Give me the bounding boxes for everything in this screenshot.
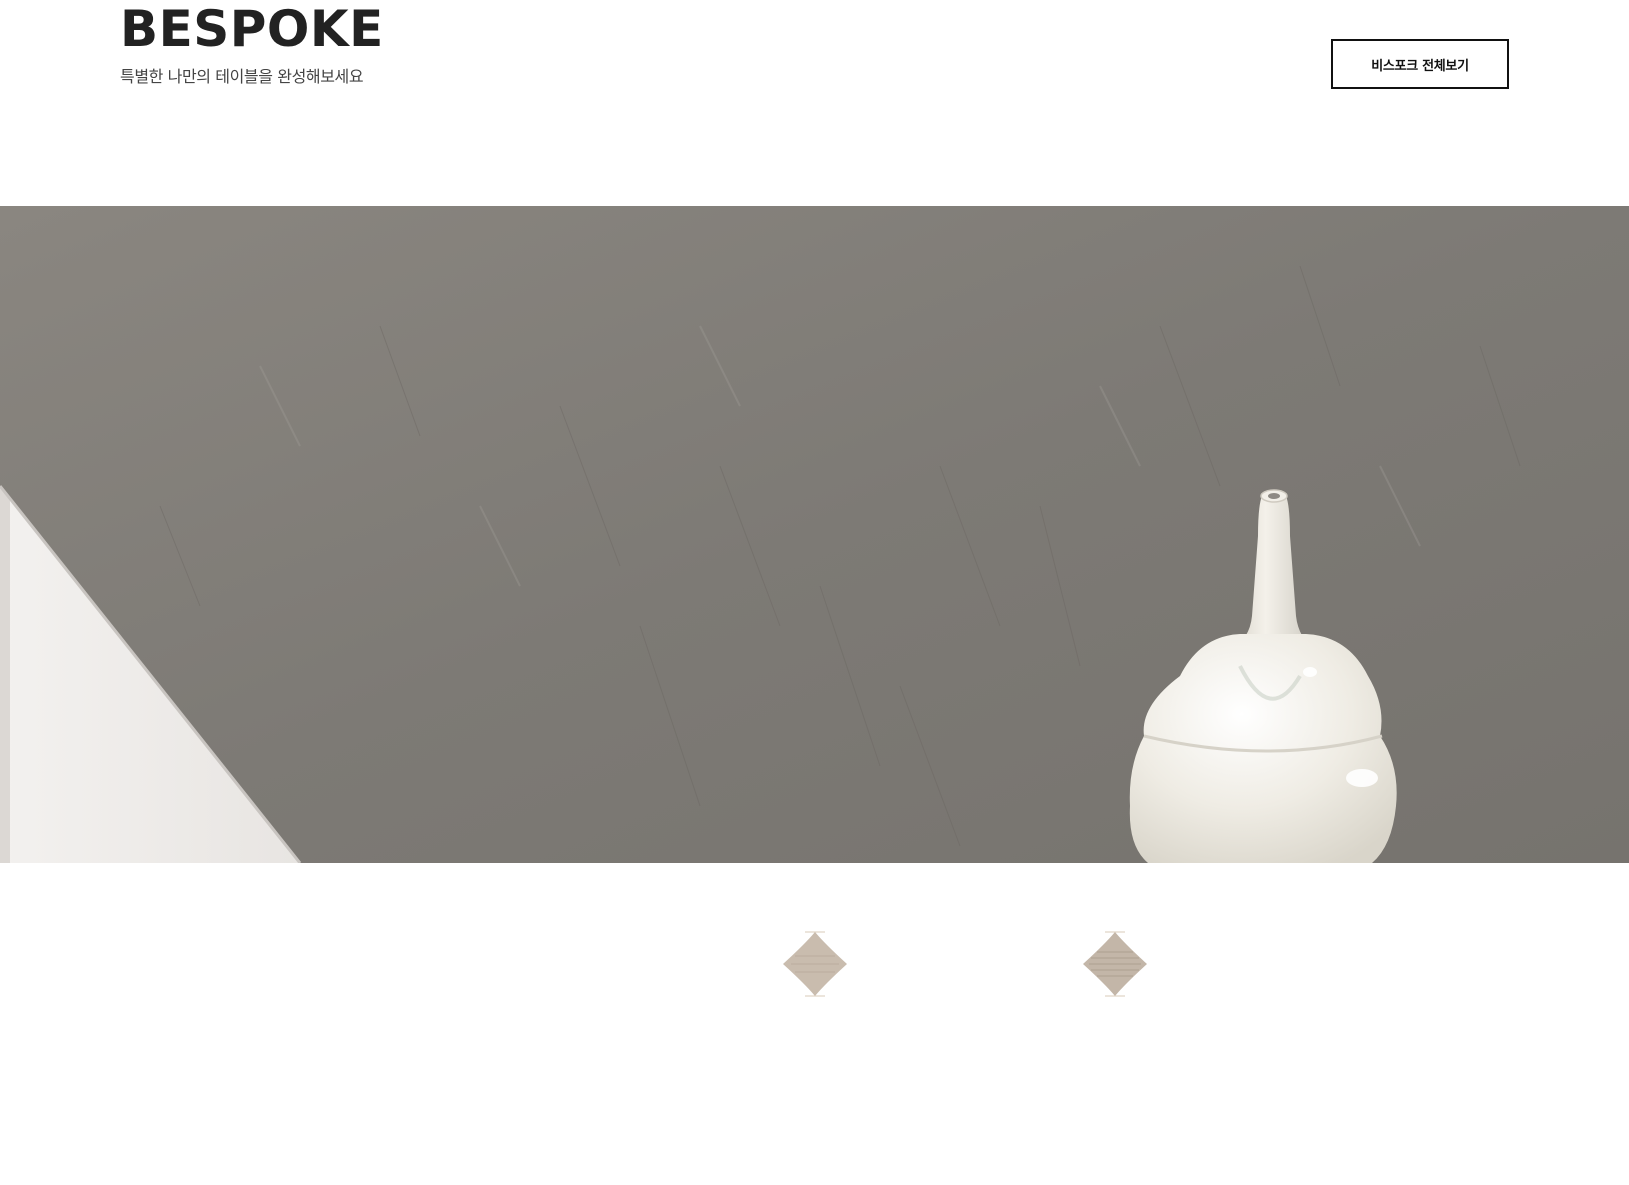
- page-subtitle: 특별한 나만의 테이블을 완성해보세요: [120, 67, 364, 86]
- swatch-row: [0, 930, 1629, 1000]
- section-header: BESPOKE 특별한 나만의 테이블을 완성해보세요 비스포크 전체보기: [0, 0, 1629, 206]
- page-title: BESPOKE: [120, 0, 384, 58]
- stone-swatch-icon: [783, 931, 847, 997]
- color-swatch-1[interactable]: [781, 930, 849, 998]
- hero-image: [0, 206, 1629, 863]
- view-all-bespoke-label: 비스포크 전체보기: [1371, 58, 1469, 74]
- hero-table-vase-image: [0, 206, 1629, 863]
- page: BESPOKE 특별한 나만의 테이블을 완성해보세요 비스포크 전체보기: [0, 0, 1629, 1185]
- view-all-bespoke-button[interactable]: 비스포크 전체보기: [1331, 39, 1509, 89]
- color-swatch-2[interactable]: [1081, 930, 1149, 998]
- wood-swatch-icon: [1083, 931, 1147, 997]
